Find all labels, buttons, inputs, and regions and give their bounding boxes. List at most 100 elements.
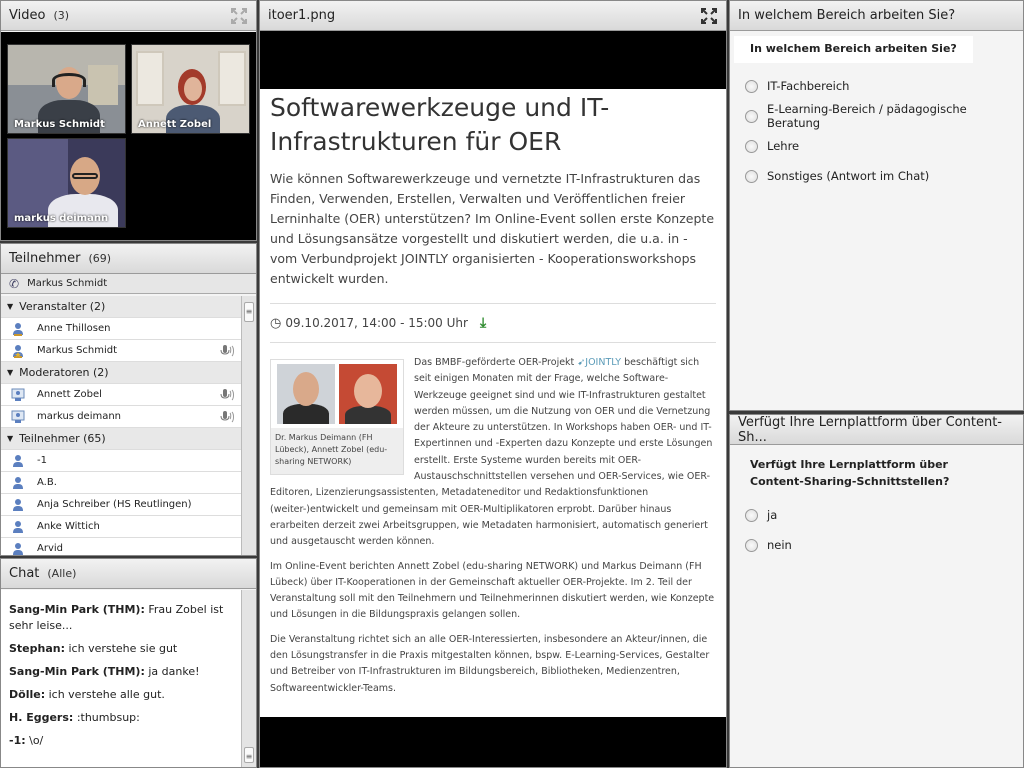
participant-row[interactable]: Annett Zobel	[1, 384, 241, 406]
participants-count: (69)	[88, 252, 112, 265]
participant-row[interactable]: -1	[1, 450, 241, 472]
clock-icon: ◷	[270, 315, 282, 331]
microphone-icon	[219, 410, 235, 424]
participant-name: Arvid	[37, 543, 63, 554]
photo-caption: Dr. Markus Deimann (FH Lübeck), Annett Z…	[275, 433, 388, 466]
event-date-text: 09.10.2017, 14:00 - 15:00 Uhr	[285, 316, 468, 330]
chat-author: -1:	[9, 734, 26, 747]
participant-group[interactable]: ▼ Veranstalter (2)	[1, 296, 241, 318]
poll-option[interactable]: nein	[730, 530, 1023, 560]
video-grid: Markus Schmidt Annett Zobel markus deima…	[1, 32, 256, 240]
chat-author: Dölle:	[9, 688, 46, 701]
radio-button[interactable]	[745, 508, 758, 522]
microphone-icon	[219, 344, 235, 358]
video-tile-name: Annett Zobel	[138, 119, 212, 130]
user-icon	[11, 520, 25, 534]
shared-document: Softwarewerkzeuge und IT-Infrastrukturen…	[260, 89, 726, 717]
participant-group[interactable]: ▼ Moderatoren (2)	[1, 362, 241, 384]
chat-author: H. Eggers:	[9, 711, 74, 724]
poll-question: Verfügt Ihre Lernplattform über Content-…	[750, 458, 950, 488]
poll-body: In welchem Bereich arbeiten Sie? IT-Fach…	[730, 32, 1023, 410]
user-icon	[11, 410, 25, 424]
user-icon	[11, 476, 25, 490]
video-tile-name: markus deimann	[14, 213, 109, 224]
chat-author: Stephan:	[9, 642, 65, 655]
jointly-logo-text: JOINTLY	[585, 357, 622, 368]
participant-row[interactable]: A.B.	[1, 472, 241, 494]
poll-option-label: E-Learning-Bereich / pädagogische Beratu…	[766, 102, 967, 130]
paragraph-1a: Das BMBF-geförderte OER-Projekt	[414, 357, 575, 368]
chat-message: Sang-Min Park (THM): ja danke!	[9, 664, 233, 680]
chat-pod-title: Chat	[9, 566, 40, 581]
video-tile-markus-schmidt[interactable]: Markus Schmidt	[7, 44, 126, 134]
participant-row[interactable]: markus deimann	[1, 406, 241, 428]
poll-question: In welchem Bereich arbeiten Sie?	[734, 36, 973, 63]
chat-text: ich verstehe sie gut	[68, 642, 178, 655]
poll-option[interactable]: Sonstiges (Antwort im Chat)	[730, 161, 1023, 191]
poll-pod-title: Verfügt Ihre Lernplattform über Content-…	[738, 414, 1002, 445]
scrollbar-thumb[interactable]	[244, 302, 254, 322]
host-name: Markus Schmidt	[27, 278, 108, 289]
photo-annett-zobel	[339, 364, 397, 424]
chat-scope[interactable]: (Alle)	[47, 567, 76, 580]
chat-text: :thumbsup:	[76, 711, 140, 724]
photo-markus-deimann	[277, 364, 335, 424]
group-label: Teilnehmer (65)	[19, 432, 106, 445]
scrollbar-thumb[interactable]	[244, 747, 254, 763]
chat-scrollbar[interactable]	[241, 590, 256, 767]
poll-pod-header: In welchem Bereich arbeiten Sie?	[730, 1, 1023, 31]
poll-option-label: IT-Fachbereich	[767, 79, 850, 93]
participant-row[interactable]: Arvid	[1, 538, 241, 555]
fullscreen-icon[interactable]	[230, 7, 248, 25]
group-label: Veranstalter (2)	[19, 300, 106, 313]
host-bar[interactable]: ✆ Markus Schmidt	[1, 274, 256, 294]
poll-option-label: ja	[767, 508, 778, 522]
poll-option[interactable]: IT-Fachbereich	[730, 71, 1023, 101]
participant-group[interactable]: ▼ Teilnehmer (65)	[1, 428, 241, 450]
participant-name: -1	[37, 455, 47, 466]
participant-name: Anke Wittich	[37, 521, 100, 532]
chat-pod-header: Chat (Alle)	[1, 559, 256, 589]
fullscreen-icon[interactable]	[700, 7, 718, 25]
document-lead: Wie können Softwarewerkzeuge und vernetz…	[270, 171, 715, 286]
user-icon	[11, 498, 25, 512]
poll-option-label: nein	[767, 538, 792, 552]
poll-option[interactable]: Lehre	[730, 131, 1023, 161]
triangle-down-icon[interactable]: ▼	[7, 302, 13, 311]
video-tile-markus-deimann[interactable]: markus deimann	[7, 138, 126, 228]
radio-button[interactable]	[745, 538, 758, 552]
video-pod-title: Video	[9, 8, 46, 23]
participant-row[interactable]: Anne Thillosen	[1, 318, 241, 340]
poll-option-label: Lehre	[767, 139, 800, 153]
radio-button[interactable]	[745, 109, 758, 123]
share-pod: itoer1.png Softwarewerkzeuge und IT-Infr…	[259, 0, 727, 768]
participant-list[interactable]: ▼ Veranstalter (2) Anne Thillosen Markus Sc…	[1, 296, 241, 555]
speaker-photos: Dr. Markus Deimann (FH Lübeck), Annett Z…	[270, 359, 404, 475]
download-icon[interactable]: ⤓	[480, 315, 486, 331]
radio-button[interactable]	[745, 139, 758, 153]
radio-button[interactable]	[745, 79, 758, 93]
participant-row[interactable]: Markus Schmidt	[1, 340, 241, 362]
poll-option[interactable]: ja	[730, 500, 1023, 530]
triangle-down-icon[interactable]: ▼	[7, 368, 13, 377]
video-tile-name: Markus Schmidt	[14, 119, 105, 130]
poll-option-label: Sonstiges (Antwort im Chat)	[767, 169, 930, 183]
video-count: (3)	[53, 9, 70, 22]
video-pod: Video (3) Markus Schmidt Annett Zobel ma…	[0, 0, 257, 241]
participant-name: markus deimann	[37, 411, 122, 422]
triangle-down-icon[interactable]: ▼	[7, 434, 13, 443]
participant-row[interactable]: Anja Schreiber (HS Reutlingen)	[1, 494, 241, 516]
chat-pod: Chat (Alle) Sang-Min Park (THM): Frau Zo…	[0, 558, 257, 768]
document-title: Softwarewerkzeuge und IT-Infrastrukturen…	[270, 93, 610, 156]
participant-row[interactable]: Anke Wittich	[1, 516, 241, 538]
poll-pod-header: Verfügt Ihre Lernplattform über Content-…	[730, 415, 1023, 445]
radio-button[interactable]	[745, 169, 758, 183]
video-tile-annett-zobel[interactable]: Annett Zobel	[131, 44, 250, 134]
participant-name: Annett Zobel	[37, 389, 102, 400]
chat-messages: Sang-Min Park (THM): Frau Zobel ist sehr…	[1, 590, 241, 767]
event-date: ◷ 09.10.2017, 14:00 - 15:00 Uhr ⤓	[270, 312, 716, 334]
chat-author: Sang-Min Park (THM):	[9, 665, 145, 678]
share-filename: itoer1.png	[268, 8, 336, 23]
poll-option[interactable]: E-Learning-Bereich / pädagogische Beratu…	[730, 101, 1023, 131]
participant-list-scrollbar[interactable]	[241, 296, 256, 555]
